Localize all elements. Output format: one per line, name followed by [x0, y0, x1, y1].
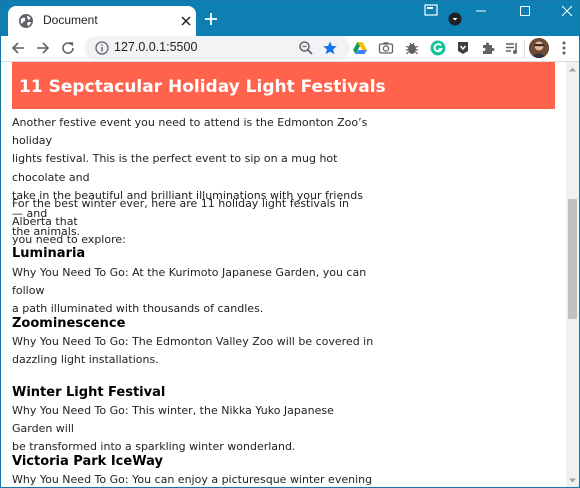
back-arrow-icon[interactable]	[10, 40, 26, 56]
camera-icon[interactable]	[378, 40, 394, 56]
grammarly-icon[interactable]	[430, 40, 446, 56]
reload-icon[interactable]	[60, 40, 76, 56]
chevron-down-icon[interactable]	[448, 12, 462, 26]
scroll-thumb[interactable]	[568, 199, 577, 319]
extension-icon[interactable]	[455, 40, 471, 56]
tab-title: Document	[43, 13, 98, 27]
close-tab-icon[interactable]	[178, 13, 194, 29]
festival-heading-luminaria: Luminaria	[12, 246, 86, 261]
close-window-icon[interactable]	[560, 4, 574, 18]
zoom-icon[interactable]	[298, 40, 314, 56]
festival-description: Why You Need To Go: This winter, the Nik…	[12, 402, 376, 457]
festival-heading-zoominescence: Zoominescence	[12, 316, 126, 331]
page-title: 11 Sepctacular Holiday Light Festivals	[19, 77, 386, 97]
scroll-down-icon[interactable]	[568, 476, 577, 485]
festival-heading-winter-light-festival: Winter Light Festival	[12, 385, 166, 400]
cast-icon[interactable]	[424, 4, 438, 16]
toolbar-divider	[524, 40, 525, 58]
url-text[interactable]: 127.0.0.1:5500	[114, 40, 197, 54]
profile-photo-icon	[529, 38, 549, 58]
more-options-icon[interactable]	[556, 40, 572, 56]
lead-paragraph: For the best winter ever, here are 11 ho…	[12, 195, 376, 250]
festival-line: Why You Need To Go: This winter, the Nik…	[12, 404, 334, 436]
festival-description: Why You Need To Go: At the Kurimoto Japa…	[12, 264, 376, 319]
page-viewport: 11 Sepctacular Holiday Light Festivals A…	[0, 62, 580, 488]
festival-description: Why You Need To Go: The Edmonton Valley …	[12, 333, 376, 369]
page-scrollbar[interactable]	[566, 62, 579, 488]
new-tab-icon[interactable]	[203, 11, 219, 27]
bookmark-star-icon[interactable]	[322, 40, 338, 56]
scroll-up-icon[interactable]	[568, 65, 577, 74]
festival-line: dazzling light installations.	[12, 353, 159, 367]
info-icon[interactable]	[94, 40, 110, 56]
drive-icon[interactable]	[352, 40, 368, 56]
minimize-icon[interactable]	[474, 4, 488, 18]
browser-toolbar: 127.0.0.1:5500	[0, 36, 580, 62]
title-bar: Document	[0, 0, 580, 36]
bug-icon[interactable]	[404, 40, 420, 56]
festival-line: Why You Need To Go: You can enjoy a pict…	[12, 473, 373, 486]
media-icon[interactable]	[504, 40, 520, 56]
avatar[interactable]	[529, 38, 549, 58]
intro-line: Another festive event you need to attend…	[12, 116, 368, 148]
globe-icon	[19, 14, 33, 28]
festival-heading-victoria-park-iceway: Victoria Park IceWay	[12, 454, 163, 469]
browser-tab[interactable]: Document	[8, 6, 196, 36]
festival-description: Why You Need To Go: You can enjoy a pict…	[12, 471, 376, 488]
forward-arrow-icon[interactable]	[35, 40, 51, 56]
festival-line: Why You Need To Go: The Edmonton Valley …	[12, 335, 374, 348]
lead-line: For the best winter ever, here are 11 ho…	[12, 197, 349, 229]
festival-line: Why You Need To Go: At the Kurimoto Japa…	[12, 266, 367, 298]
puzzle-icon[interactable]	[480, 40, 496, 56]
maximize-icon[interactable]	[518, 4, 532, 18]
intro-line: lights festival. This is the perfect eve…	[12, 152, 338, 184]
page-banner: 11 Sepctacular Holiday Light Festivals	[12, 62, 555, 109]
